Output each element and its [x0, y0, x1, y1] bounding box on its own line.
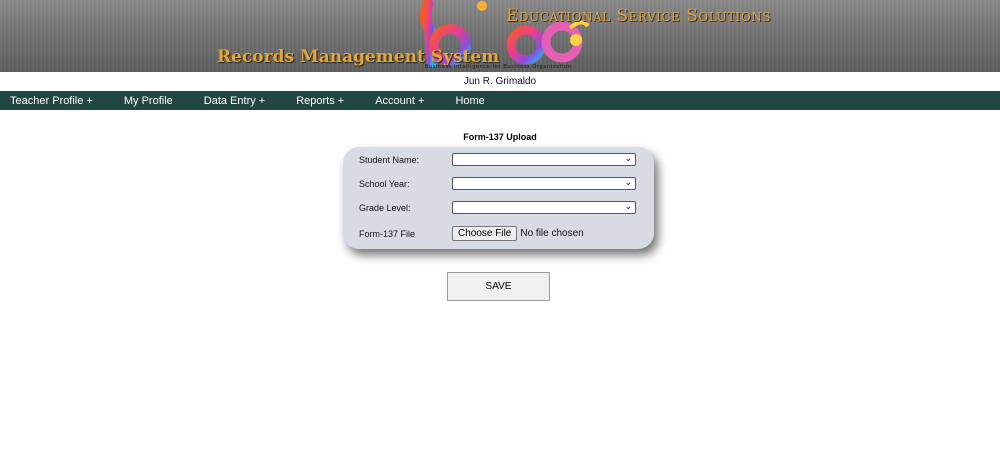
chevron-down-icon: ⌄ — [624, 154, 632, 164]
student-name-row: Student Name: ⌄ — [359, 153, 636, 166]
main-nav: Teacher Profile + My Profile Data Entry … — [0, 91, 1000, 110]
upload-form-card: Student Name: ⌄ School Year: ⌄ Grade Lev… — [343, 147, 654, 249]
chevron-down-icon: ⌄ — [624, 178, 632, 188]
student-name-label: Student Name: — [359, 154, 420, 165]
school-year-row: School Year: ⌄ — [359, 177, 636, 190]
student-name-select[interactable]: ⌄ — [452, 153, 636, 166]
nav-item-home[interactable]: Home — [455, 95, 484, 107]
logged-in-user: Jun R. Grimaldo — [463, 76, 537, 87]
file-status: No file chosen — [520, 228, 584, 239]
nav-item-my-profile[interactable]: My Profile — [124, 95, 173, 107]
nav-item-reports[interactable]: Reports + — [296, 95, 344, 107]
nav-item-data-entry[interactable]: Data Entry + — [204, 95, 265, 107]
save-button[interactable]: SAVE — [447, 272, 550, 301]
file-row: Form-137 File Choose File No file chosen — [359, 226, 584, 241]
grade-level-label: Grade Level: — [359, 202, 411, 213]
nav-item-teacher-profile[interactable]: Teacher Profile + — [10, 95, 93, 107]
logo-subtext: Business Intelligence for Business Organ… — [425, 64, 572, 70]
choose-file-button[interactable]: Choose File — [452, 226, 518, 241]
nav-item-account[interactable]: Account + — [375, 95, 424, 107]
file-label: Form-137 File — [359, 228, 416, 239]
school-year-select[interactable]: ⌄ — [452, 177, 636, 190]
header-banner: Educational Service Solutions Records Ma… — [0, 0, 1000, 72]
school-year-label: School Year: — [359, 178, 410, 189]
form-title: Form-137 Upload — [463, 132, 537, 142]
brand-tagline: Educational Service Solutions — [506, 6, 771, 26]
grade-level-row: Grade Level: ⌄ — [359, 201, 636, 214]
chevron-down-icon: ⌄ — [624, 202, 632, 212]
grade-level-select[interactable]: ⌄ — [452, 201, 636, 214]
